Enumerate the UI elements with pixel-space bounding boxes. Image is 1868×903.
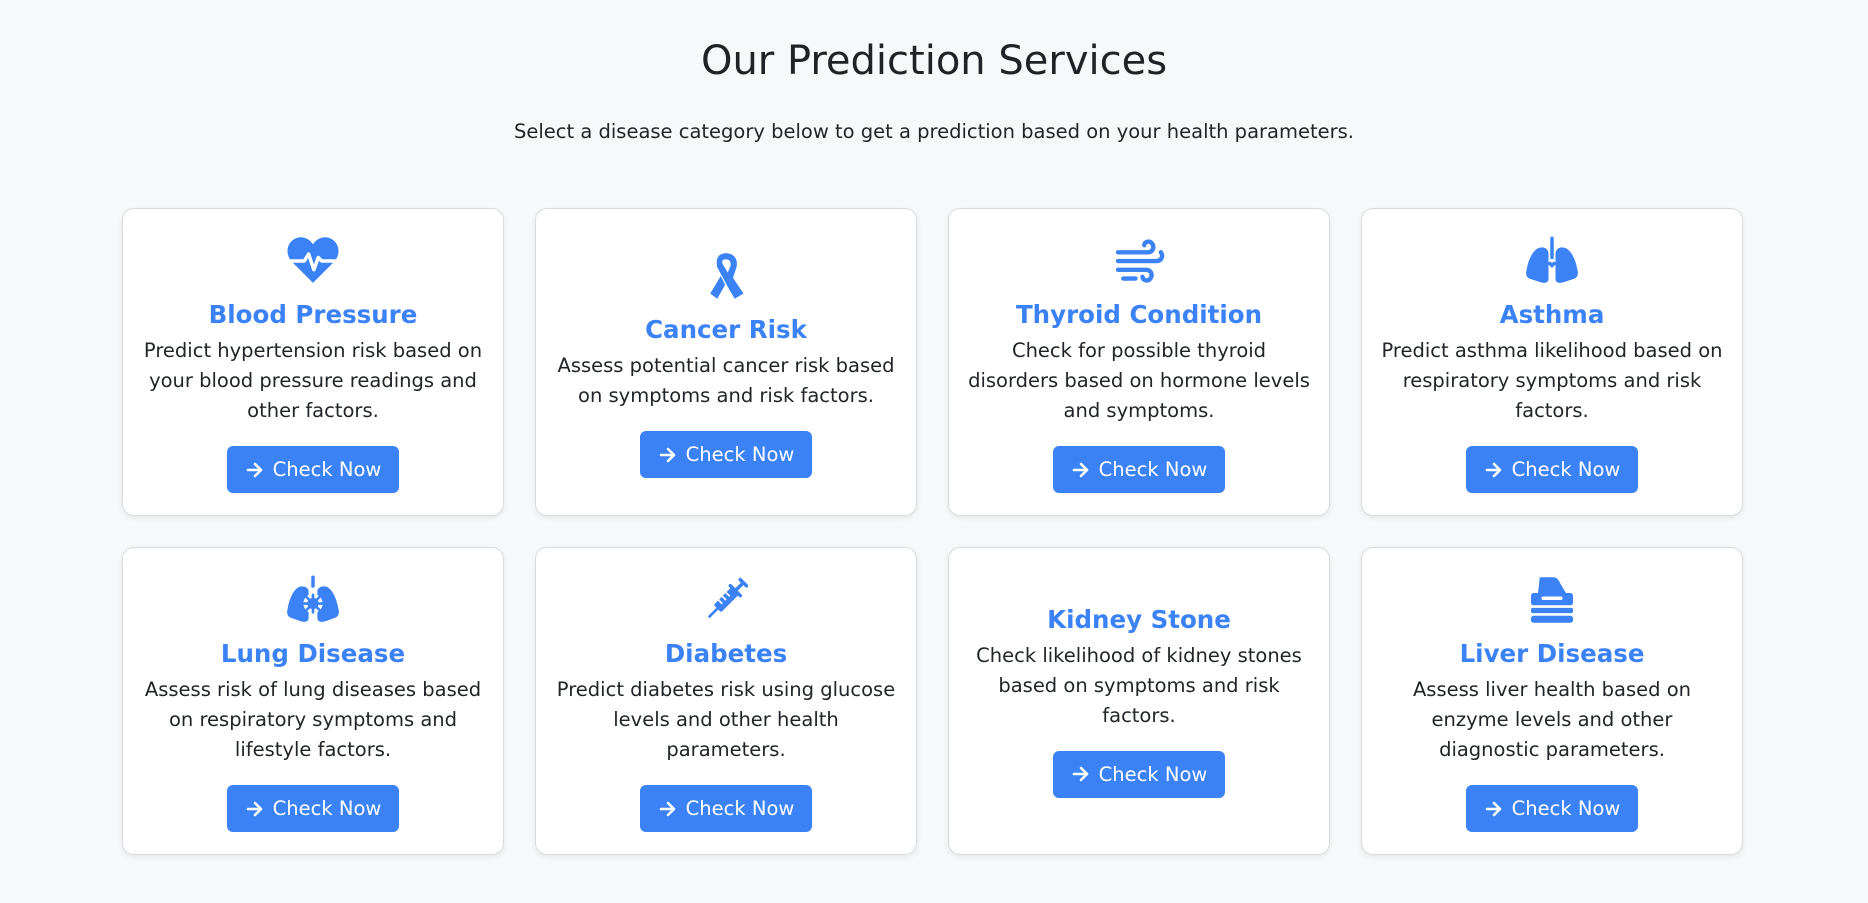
card-title: Kidney Stone	[1047, 604, 1231, 634]
card-title: Thyroid Condition	[1015, 300, 1263, 329]
heart-pulse-icon	[283, 231, 343, 291]
card-description: Check likelihood of kidney stones based …	[976, 643, 1302, 727]
check-now-button-asthma[interactable]: Check Now	[1465, 446, 1639, 493]
page-subtitle: Select a disease category below to get a…	[513, 120, 1354, 143]
lungs-icon	[1522, 231, 1582, 291]
service-card-kidney-stone: Kidney Stone Check likelihood of kidney …	[948, 547, 1330, 855]
check-now-button-cancer-risk[interactable]: Check Now	[639, 431, 813, 478]
service-card-cancer-risk: Cancer Risk Assess potential cancer risk…	[535, 208, 917, 516]
check-now-button-thyroid-condition[interactable]: Check Now	[1052, 446, 1226, 493]
services-grid: Blood Pressure Predict hypertension risk…	[122, 208, 1743, 855]
check-now-button-kidney-stone[interactable]: Check Now	[1052, 750, 1226, 798]
card-description: Check for possible thyroid disorders bas…	[968, 339, 1310, 422]
wind-icon	[1109, 231, 1169, 291]
arrow-right-icon	[246, 801, 262, 816]
check-now-button-blood-pressure[interactable]: Check Now	[226, 446, 400, 493]
tissue-box-icon	[1522, 570, 1582, 630]
check-now-button-liver-disease[interactable]: Check Now	[1465, 785, 1639, 832]
button-label: Check Now	[272, 797, 382, 820]
card-title: Lung Disease	[220, 639, 406, 668]
page-title: Our Prediction Services	[700, 38, 1168, 84]
card-description: Predict asthma likelihood based on respi…	[1381, 339, 1723, 422]
card-description: Assess liver health based on enzyme leve…	[1412, 678, 1692, 761]
service-card-lung-disease: Lung Disease Assess risk of lung disease…	[122, 547, 504, 855]
card-title: Liver Disease	[1459, 639, 1645, 668]
button-label: Check Now	[1511, 797, 1621, 820]
lungs-virus-icon	[283, 570, 343, 630]
arrow-right-icon	[659, 801, 675, 816]
service-card-liver-disease: Liver Disease Assess liver health based …	[1361, 547, 1743, 855]
card-description: Predict hypertension risk based on your …	[143, 339, 483, 422]
arrow-right-icon	[1485, 801, 1501, 816]
card-title: Asthma	[1499, 300, 1605, 329]
arrow-right-icon	[1072, 462, 1088, 477]
card-description: Assess risk of lung diseases based on re…	[144, 678, 482, 761]
card-title: Diabetes	[664, 639, 788, 668]
card-title: Blood Pressure	[208, 300, 418, 329]
check-now-button-diabetes[interactable]: Check Now	[639, 785, 813, 832]
button-label: Check Now	[1098, 762, 1208, 786]
button-label: Check Now	[685, 797, 795, 820]
ribbon-icon	[696, 246, 756, 306]
button-label: Check Now	[1511, 458, 1621, 481]
button-label: Check Now	[685, 443, 795, 466]
service-card-thyroid-condition: Thyroid Condition Check for possible thy…	[948, 208, 1330, 516]
service-card-asthma: Asthma Predict asthma likelihood based o…	[1361, 208, 1743, 516]
arrow-right-icon	[246, 462, 262, 477]
arrow-right-icon	[1485, 462, 1501, 477]
card-description: Predict diabetes risk using glucose leve…	[556, 678, 896, 761]
button-label: Check Now	[1098, 458, 1208, 481]
check-now-button-lung-disease[interactable]: Check Now	[226, 785, 400, 832]
service-card-blood-pressure: Blood Pressure Predict hypertension risk…	[122, 208, 504, 516]
button-label: Check Now	[272, 458, 382, 481]
syringe-icon	[696, 570, 756, 630]
prediction-services-page: Our Prediction Services Select a disease…	[0, 0, 1868, 903]
arrow-right-icon	[659, 447, 675, 462]
service-card-diabetes: Diabetes Predict diabetes risk using glu…	[535, 547, 917, 855]
arrow-right-icon	[1072, 766, 1088, 782]
card-description: Assess potential cancer risk based on sy…	[557, 354, 895, 407]
card-title: Cancer Risk	[645, 315, 807, 344]
